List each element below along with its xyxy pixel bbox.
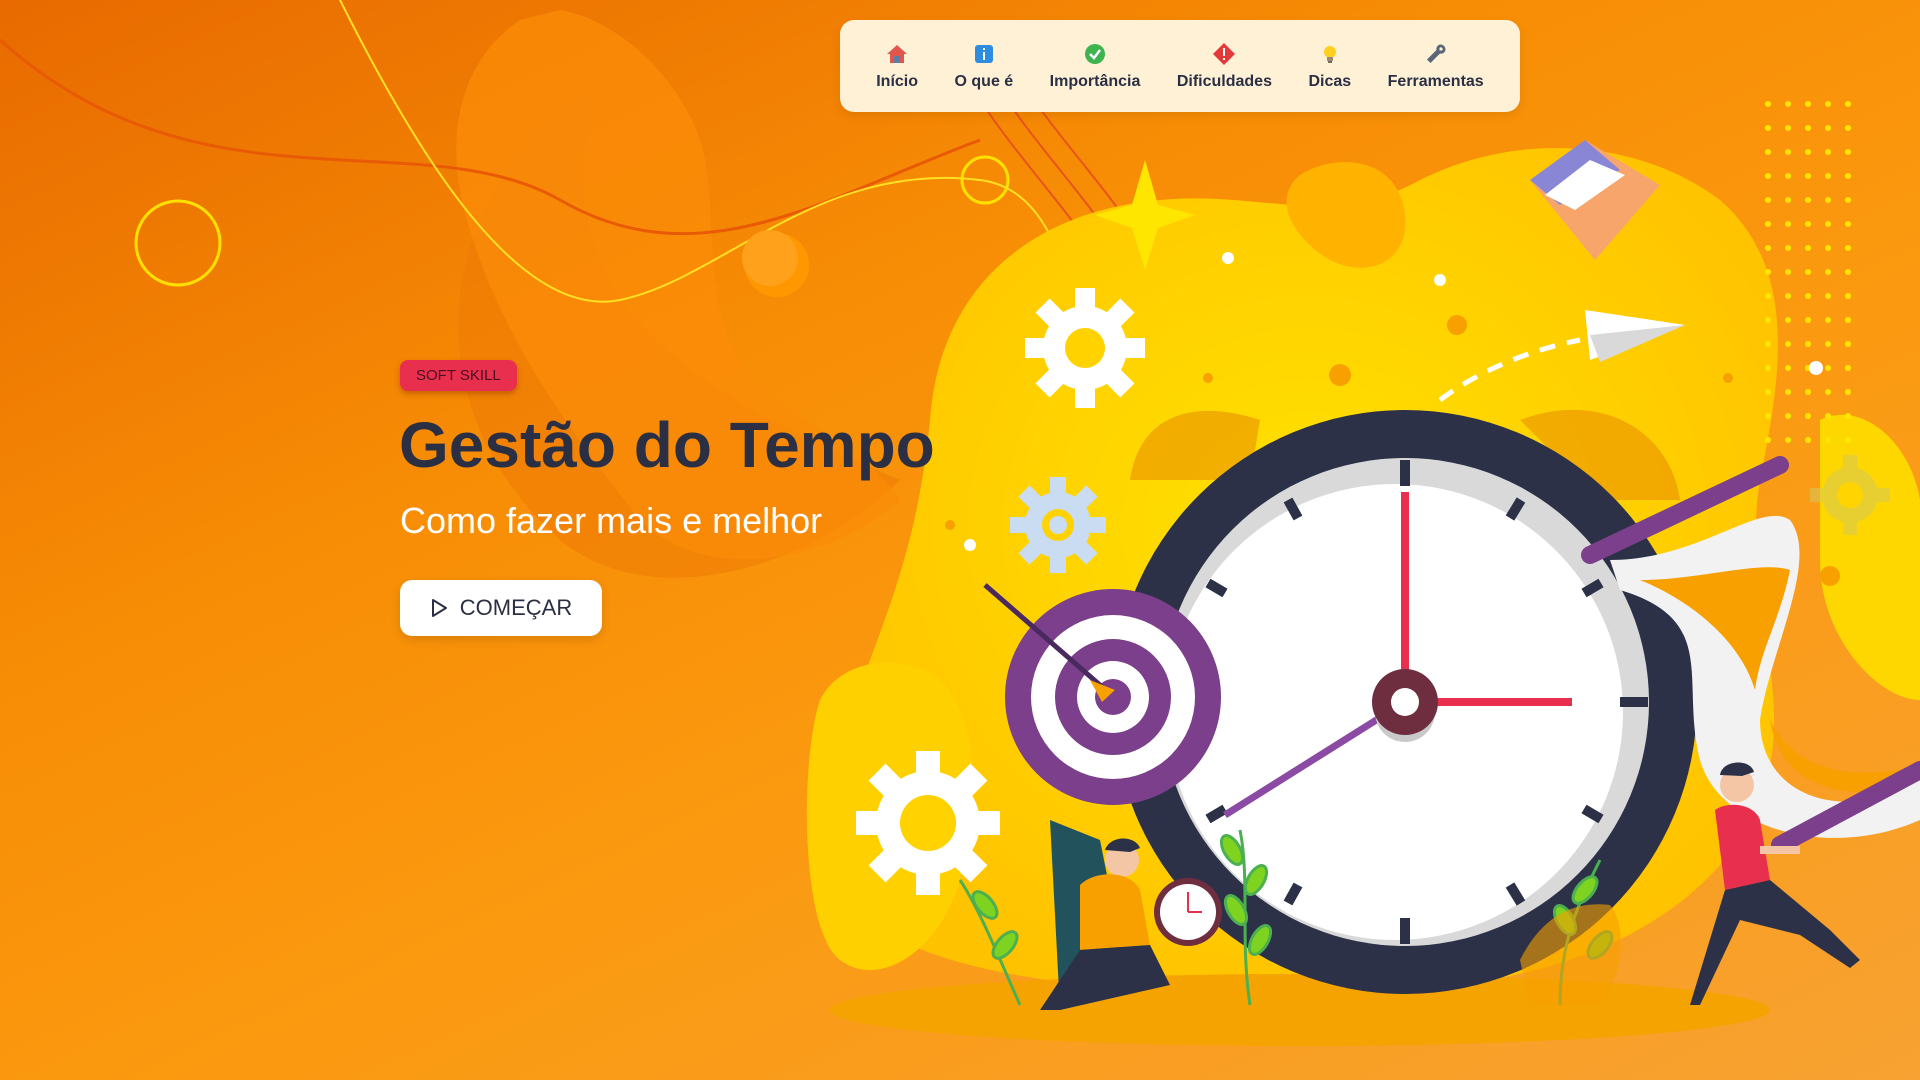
- ground-shadow: [830, 974, 1770, 1046]
- page-subtitle: Como fazer mais e melhor: [400, 500, 823, 541]
- warning-icon: [1211, 41, 1237, 67]
- home-icon: [884, 41, 910, 67]
- nav-label: Importância: [1049, 73, 1141, 90]
- hero-illustration: [0, 0, 1920, 1046]
- wrench-icon: [1423, 41, 1449, 67]
- nav-label: Dicas: [1308, 73, 1352, 90]
- nav-label: O que é: [954, 73, 1014, 90]
- page-title: Gestão do Tempo: [399, 409, 935, 481]
- info-icon: [971, 41, 997, 67]
- nav-item-o-que-e[interactable]: O que é: [947, 35, 1022, 97]
- start-button-label: COMEÇAR: [459, 595, 573, 620]
- start-button[interactable]: COMEÇAR: [400, 580, 602, 636]
- nav-label: Dificuldades: [1176, 73, 1272, 90]
- category-badge: SOFT SKILL: [400, 360, 517, 391]
- nav-item-dificuldades[interactable]: Dificuldades: [1169, 35, 1280, 97]
- nav-item-importancia[interactable]: Importância: [1042, 35, 1149, 97]
- nav-item-ferramentas[interactable]: Ferramentas: [1380, 35, 1492, 97]
- nav-label: Início: [876, 73, 919, 90]
- play-icon: [430, 598, 448, 618]
- nav-item-dicas[interactable]: Dicas: [1300, 35, 1359, 97]
- check-circle-icon: [1082, 41, 1108, 67]
- dot-grid: [1765, 101, 1851, 443]
- gear-icon: [1025, 288, 1145, 408]
- nav-item-inicio[interactable]: Início: [868, 35, 926, 97]
- gear-icon: [856, 751, 1000, 895]
- nav-label: Ferramentas: [1387, 73, 1484, 90]
- lightbulb-icon: [1317, 41, 1343, 67]
- gear-icon: [1010, 477, 1106, 573]
- top-navigation: Início O que é Importância Dificuldades …: [840, 20, 1520, 112]
- ring-decoration: [134, 199, 222, 287]
